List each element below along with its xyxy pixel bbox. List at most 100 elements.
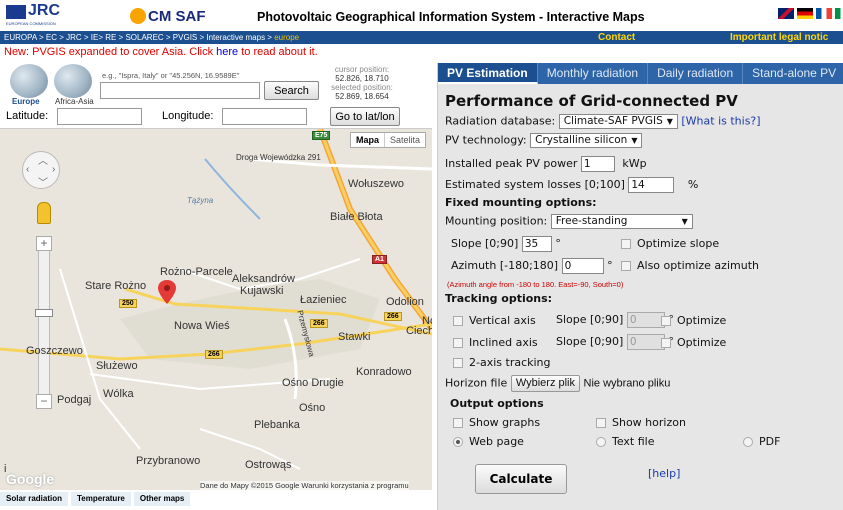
search-button[interactable]: Search bbox=[264, 81, 319, 100]
tab-stand-alone-pv[interactable]: Stand-alone PV bbox=[743, 63, 843, 84]
vertical-optimize-row: Optimize bbox=[661, 314, 726, 327]
map-label-aleksandrow: Aleksandrów bbox=[232, 273, 295, 285]
mounting-select[interactable]: Free-standing ▼ bbox=[550, 214, 693, 229]
optimize-slope-row: Optimize slope bbox=[621, 237, 719, 250]
cmsaf-logo[interactable]: CM SAF bbox=[148, 8, 206, 25]
notice-text-end: to read about it. bbox=[238, 46, 318, 58]
chevron-down-icon: ▼ bbox=[681, 217, 688, 226]
layer-tab-temperature[interactable]: Temperature bbox=[71, 492, 131, 506]
web-page-radio[interactable] bbox=[453, 437, 463, 447]
pan-left-icon[interactable]: ‹ bbox=[26, 164, 29, 175]
layer-tab-other-maps[interactable]: Other maps bbox=[133, 492, 191, 506]
vertical-axis-checkbox[interactable] bbox=[453, 316, 463, 326]
vertical-slope-label: Slope [0;90] bbox=[556, 313, 624, 326]
map-label-sluzewo: Służewo bbox=[96, 360, 138, 372]
africa-asia-globe-icon[interactable] bbox=[54, 64, 92, 98]
losses-row: Estimated system losses [0;100] 14 % bbox=[445, 177, 698, 193]
tab-monthly-radiation[interactable]: Monthly radiation bbox=[537, 63, 649, 84]
optimize-slope-label: Optimize slope bbox=[637, 237, 720, 250]
europe-globe-label[interactable]: Europe bbox=[12, 97, 40, 106]
show-horizon-row: Show horizon bbox=[596, 416, 686, 429]
zoom-slider-handle[interactable] bbox=[35, 309, 53, 317]
go-to-latlon-button[interactable]: Go to lat/lon bbox=[330, 107, 400, 126]
contact-link[interactable]: Contact bbox=[598, 31, 635, 44]
map-type-map[interactable]: Mapa bbox=[351, 133, 384, 147]
inclined-axis-checkbox[interactable] bbox=[453, 338, 463, 348]
peak-power-row: Installed peak PV power 1 kWp bbox=[445, 156, 647, 172]
selected-location-pin-icon[interactable] bbox=[158, 280, 176, 304]
breadcrumb: EUROPA > EC > JRC > IE> RE > SOLAREC > P… bbox=[0, 31, 843, 44]
two-axis-checkbox[interactable] bbox=[453, 358, 463, 368]
breadcrumb-current: europe bbox=[274, 33, 300, 42]
pdf-radio[interactable] bbox=[743, 437, 753, 447]
text-file-label: Text file bbox=[612, 435, 655, 448]
radiation-db-select[interactable]: Climate-SAF PVGIS ▼ bbox=[558, 114, 678, 129]
map-type-satellite[interactable]: Satelita bbox=[384, 133, 425, 147]
africa-asia-globe-label[interactable]: Africa-Asia bbox=[55, 97, 94, 106]
map-label-konradowo: Konradowo bbox=[356, 366, 412, 378]
it-flag-icon[interactable] bbox=[835, 8, 843, 19]
interactive-map[interactable]: Mapa Satelita ︿ ‹ › ﹀ + − E75 A1 250 266… bbox=[0, 128, 432, 490]
losses-unit: % bbox=[687, 178, 699, 191]
longitude-input[interactable] bbox=[222, 108, 307, 125]
tab-pv-estimation[interactable]: PV Estimation bbox=[438, 63, 538, 84]
optimize-azimuth-checkbox[interactable] bbox=[621, 261, 631, 271]
zoom-in-button[interactable]: + bbox=[36, 236, 52, 251]
vertical-slope-input[interactable]: 0 bbox=[626, 312, 665, 328]
calculate-button[interactable]: Calculate bbox=[475, 464, 567, 494]
azimuth-input[interactable]: 0 bbox=[561, 258, 604, 274]
pan-right-icon[interactable]: › bbox=[52, 164, 55, 175]
slope-label: Slope [0;90] bbox=[451, 237, 519, 250]
fixed-mounting-header: Fixed mounting options: bbox=[445, 196, 597, 209]
fr-flag-icon[interactable] bbox=[816, 8, 832, 19]
europe-globe-icon[interactable] bbox=[10, 64, 48, 98]
show-horizon-checkbox[interactable] bbox=[596, 418, 606, 428]
location-search-input[interactable] bbox=[100, 82, 260, 99]
cmsaf-logo-icon bbox=[130, 8, 146, 24]
inclined-slope-input[interactable]: 0 bbox=[626, 334, 665, 350]
zoom-out-button[interactable]: − bbox=[36, 394, 52, 409]
de-flag-icon[interactable] bbox=[797, 8, 813, 19]
output-options-header: Output options bbox=[450, 397, 544, 410]
pan-down-icon[interactable]: ﹀ bbox=[38, 174, 48, 189]
vertical-optimize-checkbox[interactable] bbox=[661, 316, 671, 326]
radiation-db-label: Radiation database: bbox=[445, 114, 556, 128]
notice-here-link[interactable]: here bbox=[216, 46, 238, 58]
radiation-db-value: Climate-SAF PVGIS bbox=[563, 115, 663, 127]
latitude-input[interactable] bbox=[57, 108, 142, 125]
slope-row: Slope [0;90] 35 ° bbox=[451, 236, 561, 252]
map-label-tazyna: Tążyna bbox=[187, 196, 214, 205]
layer-tab-solar-radiation[interactable]: Solar radiation bbox=[0, 492, 69, 506]
jrc-logo[interactable]: JRC EUROPEAN COMMISSION bbox=[6, 2, 64, 28]
road-tag-266: 266 bbox=[384, 312, 402, 321]
vertical-axis-row: Vertical axis bbox=[453, 314, 536, 327]
help-link[interactable]: [help] bbox=[648, 467, 680, 480]
horizon-file-button[interactable]: Wybierz plik bbox=[510, 375, 581, 392]
uk-flag-icon[interactable] bbox=[778, 8, 794, 19]
horizon-file-status: Nie wybrano pliku bbox=[583, 377, 671, 390]
breadcrumb-text[interactable]: EUROPA > EC > JRC > IE> RE > SOLAREC > P… bbox=[4, 33, 274, 42]
azimuth-label: Azimuth [-180;180] bbox=[451, 259, 559, 272]
map-label-woluszewo: Wołuszewo bbox=[348, 178, 405, 190]
pv-tech-select[interactable]: Crystalline silicon ▼ bbox=[530, 133, 643, 148]
pan-up-icon[interactable]: ︿ bbox=[38, 152, 48, 167]
chevron-down-icon: ▼ bbox=[631, 136, 638, 145]
peak-power-input[interactable]: 1 bbox=[580, 156, 615, 172]
show-graphs-label: Show graphs bbox=[469, 416, 541, 429]
street-view-pegman-icon[interactable] bbox=[37, 202, 51, 224]
pan-control[interactable]: ︿ ‹ › ﹀ bbox=[22, 151, 60, 189]
text-file-radio[interactable] bbox=[596, 437, 606, 447]
legal-notice-link[interactable]: Important legal notic bbox=[730, 31, 828, 44]
losses-input[interactable]: 14 bbox=[628, 177, 675, 193]
breadcrumb-trail[interactable]: EUROPA > EC > JRC > IE> RE > SOLAREC > P… bbox=[4, 31, 299, 44]
zoom-slider-track[interactable] bbox=[38, 236, 50, 401]
show-graphs-checkbox[interactable] bbox=[453, 418, 463, 428]
slope-input[interactable]: 35 bbox=[521, 236, 552, 252]
pv-estimation-panel: PV Estimation Monthly radiation Daily ra… bbox=[437, 63, 843, 510]
what-is-this-link[interactable]: [What is this?] bbox=[681, 115, 760, 128]
inclined-optimize-checkbox[interactable] bbox=[661, 338, 671, 348]
map-label-osno-drugie: Ośno Drugie bbox=[282, 377, 344, 389]
page-title: Photovoltaic Geographical Information Sy… bbox=[257, 10, 645, 24]
tab-daily-radiation[interactable]: Daily radiation bbox=[648, 63, 744, 84]
optimize-slope-checkbox[interactable] bbox=[621, 239, 631, 249]
